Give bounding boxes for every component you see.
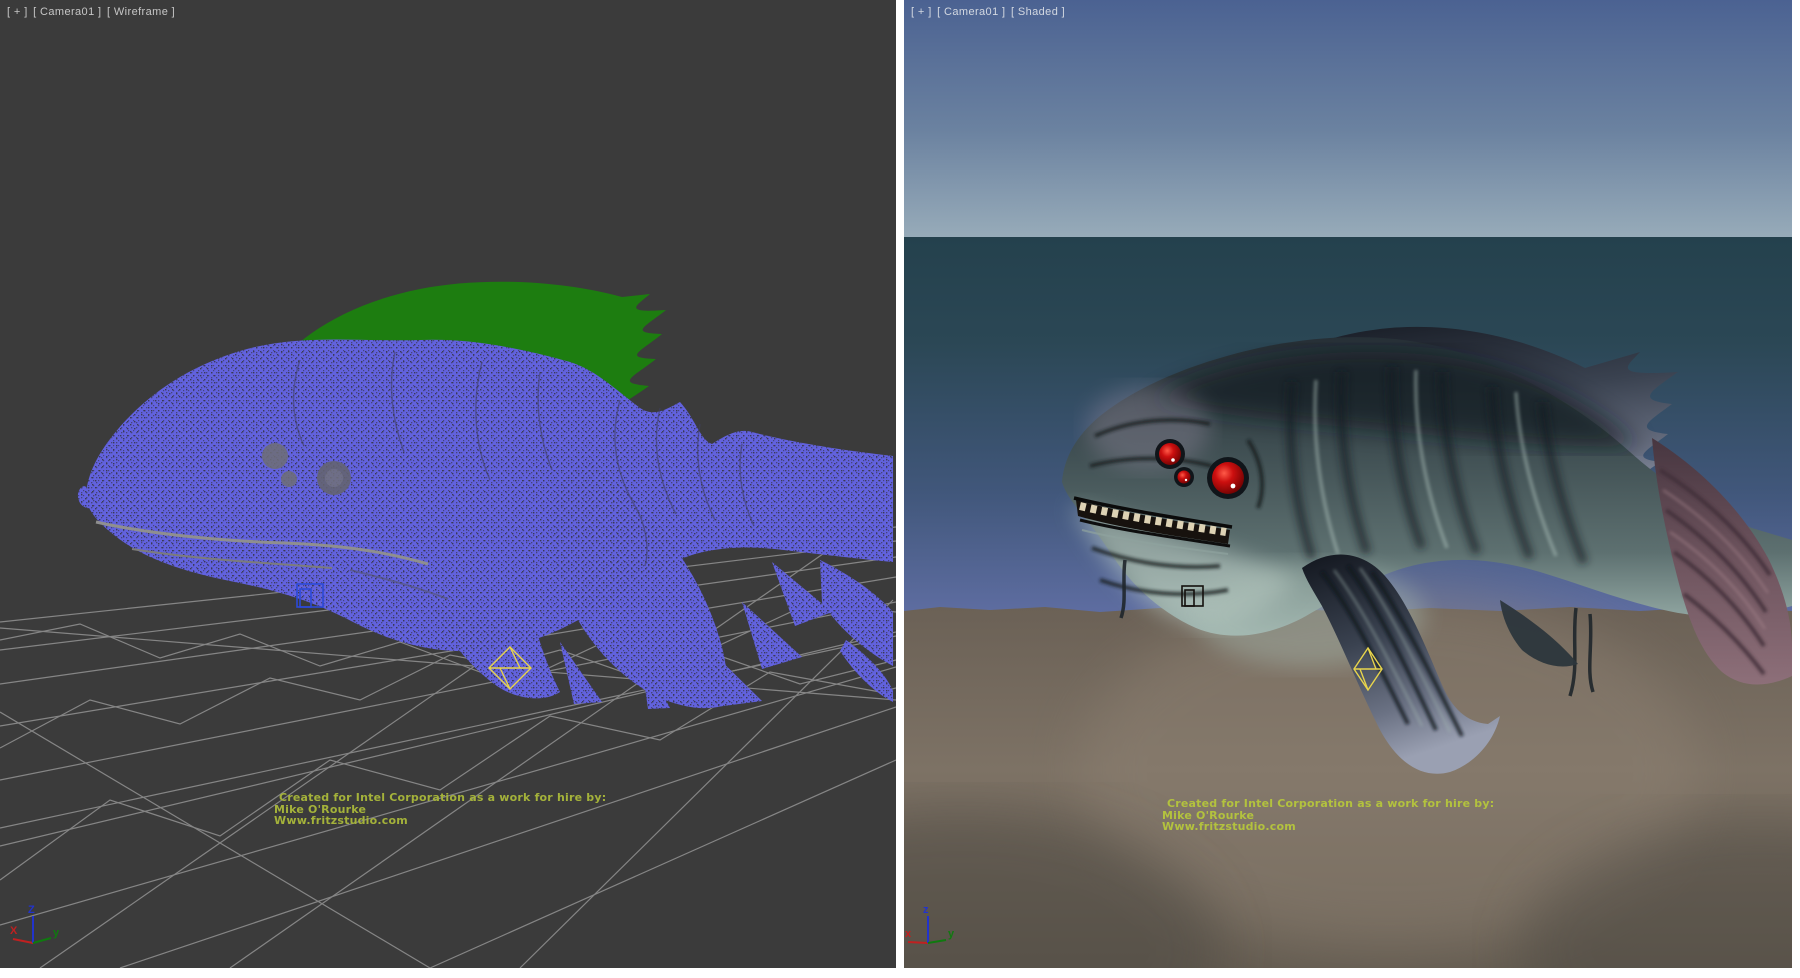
eye-medium bbox=[1159, 443, 1181, 465]
viewport-menu-pov[interactable]: [ Camera01 ] bbox=[937, 6, 1005, 18]
viewport-menu-shading[interactable]: [ Wireframe ] bbox=[107, 6, 175, 18]
scene-annotation: Created for Intel Corporation as a work … bbox=[274, 792, 606, 827]
eye-large bbox=[1212, 462, 1244, 494]
axis-y-label: y bbox=[53, 927, 60, 939]
viewport-split-container: { "viewports": { "left": { "menu": { "ge… bbox=[0, 0, 1800, 978]
annotation-line: Www.fritzstudio.com bbox=[274, 815, 606, 827]
viewport-menu-shading[interactable]: [ Shaded ] bbox=[1011, 6, 1065, 18]
eye-small bbox=[1178, 471, 1191, 484]
annotation-line: Www.fritzstudio.com bbox=[1162, 821, 1494, 833]
viewport-menu-pov[interactable]: [ Camera01 ] bbox=[33, 6, 101, 18]
viewport-shaded[interactable]: [ + ] [ Camera01 ] [ Shaded ] bbox=[904, 0, 1792, 968]
axis-x-label: x bbox=[905, 928, 912, 940]
annotation-line: Created for Intel Corporation as a work … bbox=[274, 792, 606, 804]
viewport-label: [ + ] [ Camera01 ] [ Shaded ] bbox=[911, 6, 1067, 18]
viewport-wireframe[interactable]: [ + ] [ Camera01 ] [ Wireframe ] bbox=[0, 0, 896, 968]
fish-model-wireframe[interactable] bbox=[78, 339, 893, 709]
viewport-label: [ + ] [ Camera01 ] [ Wireframe ] bbox=[7, 6, 177, 18]
viewport-menu-general[interactable]: [ + ] bbox=[7, 6, 28, 18]
scene-annotation: Created for Intel Corporation as a work … bbox=[1162, 798, 1494, 833]
axis-z-label: z bbox=[923, 904, 929, 916]
annotation-line: Created for Intel Corporation as a work … bbox=[1162, 798, 1494, 810]
axis-x-label: X bbox=[10, 925, 18, 937]
axis-y-label: y bbox=[948, 928, 955, 940]
viewport-menu-general[interactable]: [ + ] bbox=[911, 6, 932, 18]
axis-z-label: Z bbox=[28, 904, 35, 916]
